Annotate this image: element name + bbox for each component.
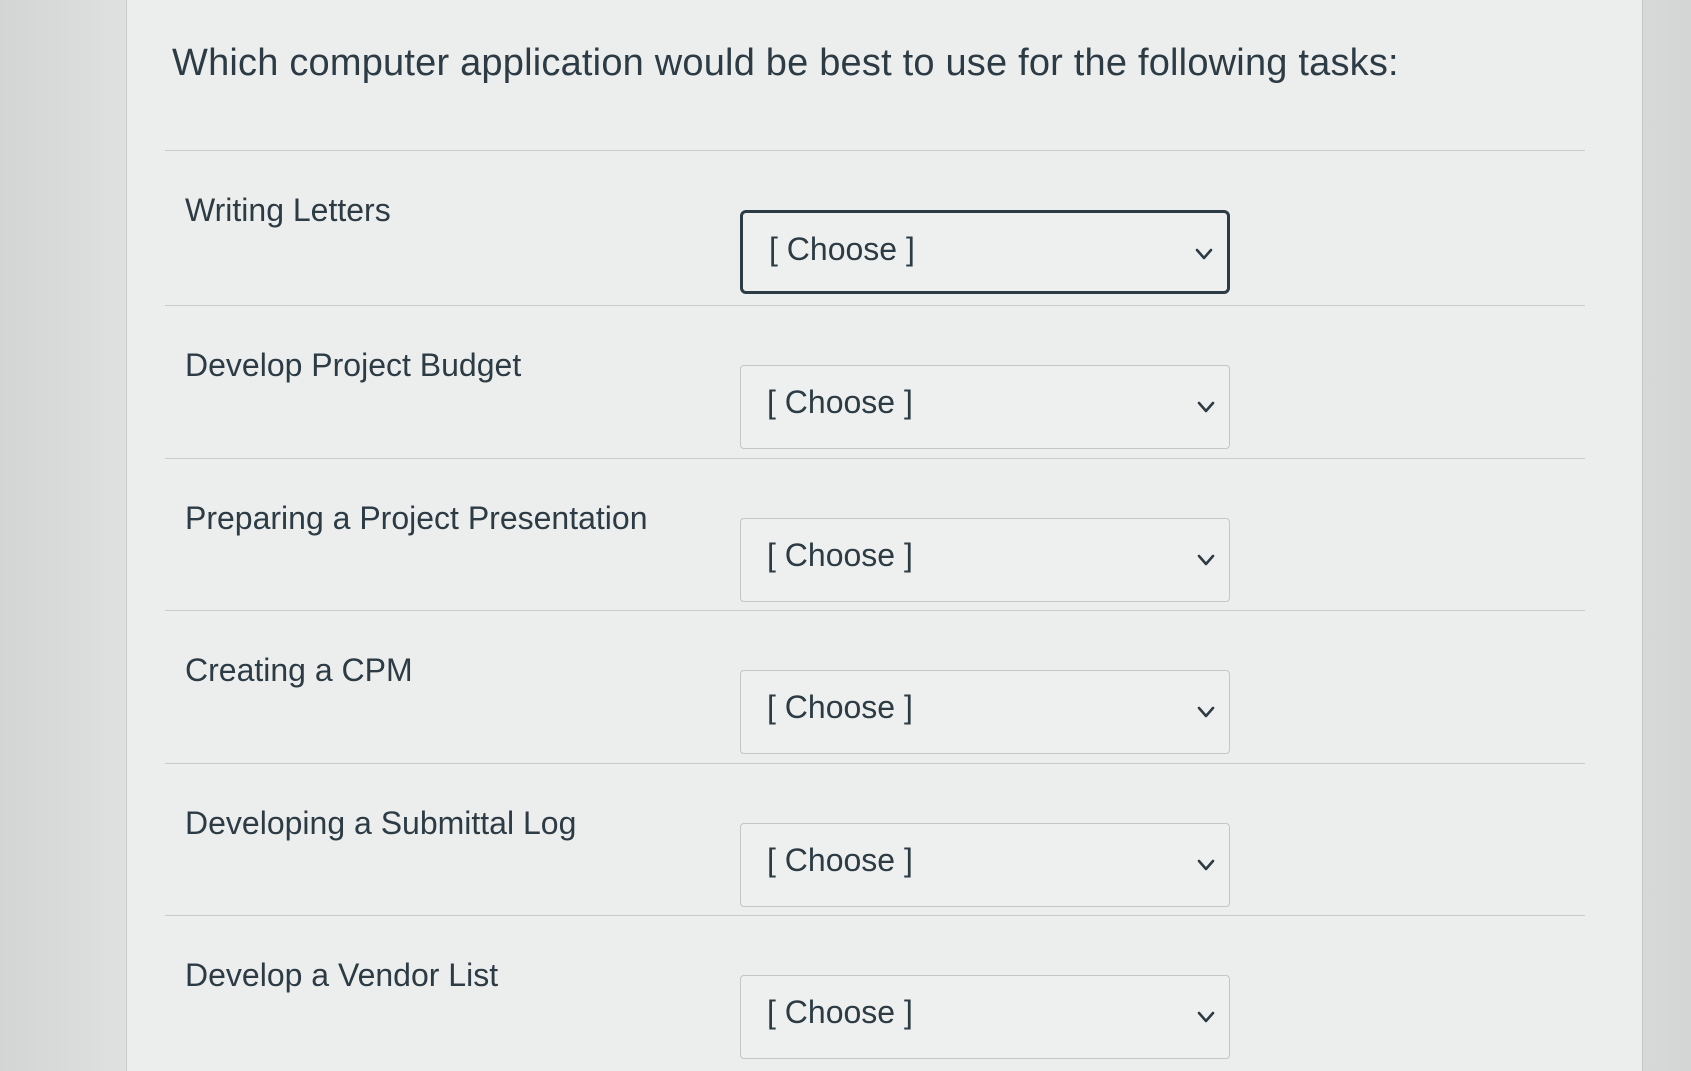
answer-dropdown[interactable]: [ Choose ] — [740, 975, 1230, 1059]
page: Which computer application would be best… — [0, 0, 1691, 1071]
answer-dropdown[interactable]: [ Choose ] — [740, 518, 1230, 602]
match-row: Develop Project Budget [ Choose ] — [165, 305, 1585, 465]
chevron-down-icon — [1197, 706, 1215, 718]
row-divider — [165, 763, 1585, 764]
row-divider — [165, 150, 1585, 151]
task-label: Develop Project Budget — [185, 347, 522, 383]
dropdown-selected-value: [ Choose ] — [769, 231, 915, 267]
answer-dropdown[interactable]: [ Choose ] — [740, 823, 1230, 907]
match-row: Writing Letters [ Choose ] — [165, 150, 1585, 310]
dropdown-selected-value: [ Choose ] — [767, 994, 913, 1030]
task-label: Develop a Vendor List — [185, 957, 499, 993]
dropdown-selected-value: [ Choose ] — [767, 537, 913, 573]
dropdown-selected-value: [ Choose ] — [767, 689, 913, 725]
chevron-down-icon — [1197, 401, 1215, 413]
match-row: Preparing a Project Presentation [ Choos… — [165, 458, 1585, 618]
task-label: Writing Letters — [185, 192, 391, 228]
task-label: Preparing a Project Presentation — [185, 500, 648, 536]
task-label: Creating a CPM — [185, 652, 413, 688]
chevron-down-icon — [1197, 554, 1215, 566]
answer-dropdown[interactable]: [ Choose ] — [740, 210, 1230, 294]
match-row: Develop a Vendor List [ Choose ] — [165, 915, 1585, 1071]
answer-dropdown[interactable]: [ Choose ] — [740, 365, 1230, 449]
dropdown-selected-value: [ Choose ] — [767, 384, 913, 420]
row-divider — [165, 915, 1585, 916]
match-row: Creating a CPM [ Choose ] — [165, 610, 1585, 770]
question-text: Which computer application would be best… — [172, 42, 1399, 84]
row-divider — [165, 305, 1585, 306]
row-divider — [165, 458, 1585, 459]
answer-dropdown[interactable]: [ Choose ] — [740, 670, 1230, 754]
dropdown-selected-value: [ Choose ] — [767, 842, 913, 878]
row-divider — [165, 610, 1585, 611]
chevron-down-icon — [1195, 248, 1213, 260]
chevron-down-icon — [1197, 1011, 1215, 1023]
task-label: Developing a Submittal Log — [185, 805, 577, 841]
match-row: Developing a Submittal Log [ Choose ] — [165, 763, 1585, 923]
chevron-down-icon — [1197, 859, 1215, 871]
